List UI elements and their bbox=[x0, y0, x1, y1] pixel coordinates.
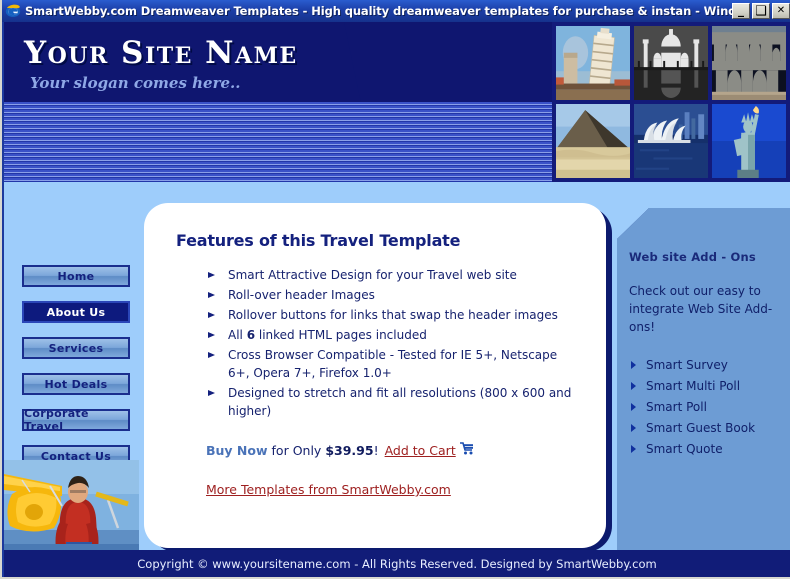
more-templates-link[interactable]: More Templates from SmartWebby.com bbox=[206, 482, 451, 497]
addons-link-label: Smart Quote bbox=[646, 442, 723, 456]
feature-text: Roll-over header Images bbox=[228, 288, 375, 302]
addons-rail: Web site Add - Ons Check out our easy to… bbox=[617, 208, 790, 550]
price-exclamation: ! bbox=[373, 442, 379, 458]
shopping-cart-icon[interactable] bbox=[459, 442, 474, 458]
addons-link-smart-guest-book[interactable]: Smart Guest Book bbox=[629, 421, 780, 435]
purchase-line: Buy Now for Only $39.95 ! Add to Cart bbox=[206, 442, 572, 458]
browser-window: SmartWebby.com Dreamweaver Templates - H… bbox=[0, 0, 790, 579]
leaning-tower-of-pisa-photo[interactable] bbox=[556, 26, 630, 100]
nav-button-hot-deals[interactable]: Hot Deals bbox=[22, 373, 130, 395]
pilot-and-airplane-photo bbox=[4, 460, 139, 550]
nav-label: About Us bbox=[46, 305, 106, 319]
footer-copyright: Copyright © www.yoursitename.com - All R… bbox=[137, 556, 657, 571]
feature-item: Smart Attractive Design for your Travel … bbox=[206, 266, 572, 284]
nav-button-services[interactable]: Services bbox=[22, 337, 130, 359]
arrow-right-icon bbox=[631, 361, 636, 369]
pyramid-photo[interactable] bbox=[556, 104, 630, 178]
close-icon: ✕ bbox=[776, 5, 786, 16]
site-name: Your Site Name bbox=[24, 35, 298, 71]
addons-link-label: Smart Guest Book bbox=[646, 421, 756, 435]
for-only-label: for Only bbox=[271, 442, 322, 458]
primary-navigation: Home About Us Services Hot Deals Corpora… bbox=[22, 265, 130, 481]
addons-link-smart-quote[interactable]: Smart Quote bbox=[629, 442, 780, 456]
add-to-cart-link[interactable]: Add to Cart bbox=[385, 443, 456, 458]
arrow-right-icon bbox=[631, 424, 636, 432]
internet-explorer-icon bbox=[5, 3, 21, 19]
feature-item: Rollover buttons for links that swap the… bbox=[206, 306, 572, 324]
nav-button-home[interactable]: Home bbox=[22, 265, 130, 287]
taj-mahal-photo[interactable] bbox=[634, 26, 708, 100]
nav-button-corporate-travel[interactable]: Corporate Travel bbox=[22, 407, 130, 433]
feature-item: Designed to stretch and fit all resoluti… bbox=[206, 384, 572, 420]
minimize-button[interactable]: _ bbox=[732, 3, 750, 19]
features-list: Smart Attractive Design for your Travel … bbox=[206, 266, 572, 420]
arrow-right-icon bbox=[631, 403, 636, 411]
addons-rail-title: Web site Add - Ons bbox=[629, 250, 756, 264]
roman-aqueduct-photo[interactable] bbox=[712, 26, 786, 100]
addons-link-smart-survey[interactable]: Smart Survey bbox=[629, 358, 780, 372]
window-title: SmartWebby.com Dreamweaver Templates - H… bbox=[25, 4, 732, 18]
window-titlebar[interactable]: SmartWebby.com Dreamweaver Templates - H… bbox=[2, 0, 790, 22]
sydney-opera-house-photo[interactable] bbox=[634, 104, 708, 178]
feature-item: Cross Browser Compatible - Tested for IE… bbox=[206, 346, 572, 382]
banner-photo-grid bbox=[552, 26, 790, 178]
feature-text-pre: All bbox=[228, 328, 247, 342]
nav-label: Hot Deals bbox=[44, 377, 108, 391]
site-banner: Your Site Name Your slogan comes here.. bbox=[4, 22, 790, 182]
content-title: Features of this Travel Template bbox=[176, 231, 461, 250]
nav-label: Home bbox=[57, 269, 95, 283]
content-card: Features of this Travel Template Smart A… bbox=[144, 203, 606, 548]
arrow-right-icon bbox=[631, 445, 636, 453]
feature-count: 6 bbox=[246, 328, 256, 342]
addons-link-smart-poll[interactable]: Smart Poll bbox=[629, 400, 780, 414]
buy-now-label: Buy Now bbox=[206, 442, 268, 458]
minimize-icon: _ bbox=[738, 3, 744, 17]
addons-link-label: Smart Poll bbox=[646, 400, 707, 414]
feature-text-post: linked HTML pages included bbox=[255, 328, 427, 342]
maximize-button[interactable]: ❑ bbox=[752, 3, 770, 19]
close-button[interactable]: ✕ bbox=[772, 3, 790, 19]
addons-link-smart-multi-poll[interactable]: Smart Multi Poll bbox=[629, 379, 780, 393]
feature-item: Roll-over header Images bbox=[206, 286, 572, 304]
page-viewport: Your Site Name Your slogan comes here.. bbox=[4, 22, 790, 577]
price-label: $39.95 bbox=[325, 442, 374, 458]
feature-text: Smart Attractive Design for your Travel … bbox=[228, 268, 517, 282]
feature-item: All 6 linked HTML pages included bbox=[206, 326, 572, 344]
feature-text: Rollover buttons for links that swap the… bbox=[228, 308, 558, 322]
site-slogan: Your slogan comes here.. bbox=[30, 74, 241, 92]
nav-button-about-us[interactable]: About Us bbox=[22, 301, 130, 323]
maximize-icon: ❑ bbox=[755, 3, 767, 19]
feature-text: Cross Browser Compatible - Tested for IE… bbox=[228, 348, 558, 380]
addons-rail-description: Check out our easy to integrate Web Site… bbox=[629, 284, 773, 334]
arrow-right-icon bbox=[631, 382, 636, 390]
site-footer: Copyright © www.yoursitename.com - All R… bbox=[4, 550, 790, 577]
nav-label: Services bbox=[48, 341, 104, 355]
addons-link-list: Smart Survey Smart Multi Poll Smart Poll bbox=[629, 358, 780, 456]
addons-link-label: Smart Survey bbox=[646, 358, 728, 372]
nav-label: Corporate Travel bbox=[24, 407, 89, 433]
addons-link-label: Smart Multi Poll bbox=[646, 379, 741, 393]
banner-stripe-lower bbox=[4, 102, 552, 182]
feature-text: Designed to stretch and fit all resoluti… bbox=[228, 386, 572, 418]
statue-of-liberty-photo[interactable] bbox=[712, 104, 786, 178]
page-body: Web site Add - Ons Check out our easy to… bbox=[4, 182, 790, 552]
